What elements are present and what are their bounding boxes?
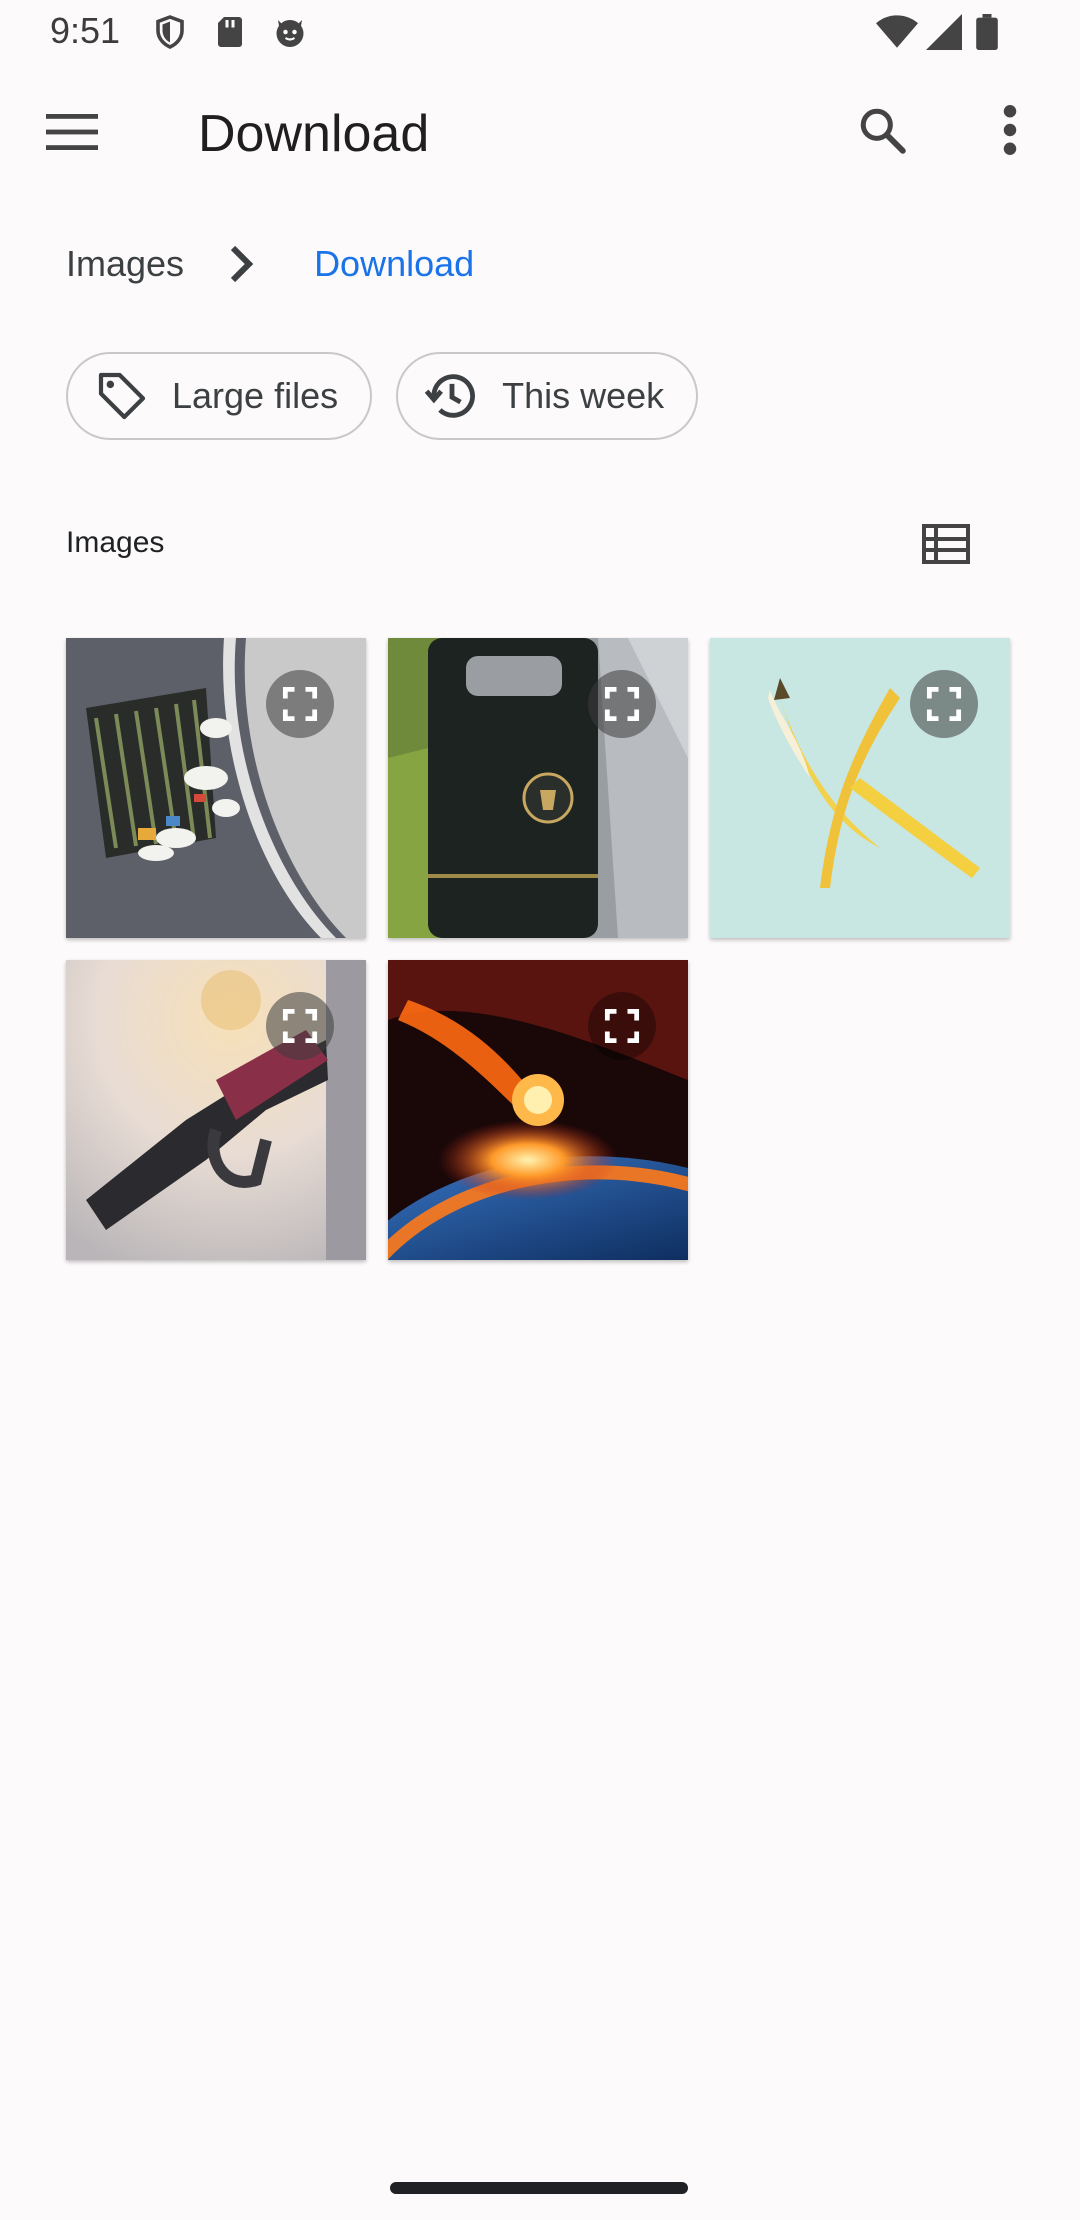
signal-icon	[926, 14, 962, 50]
shield-icon	[152, 14, 188, 50]
tag-icon	[92, 366, 152, 426]
breadcrumb-item-download[interactable]: Download	[314, 243, 474, 285]
image-thumbnail[interactable]	[66, 960, 366, 1260]
filter-chips: Large files This week	[66, 352, 699, 440]
status-bar: 9:51	[0, 0, 1080, 66]
image-thumbnail[interactable]	[66, 638, 366, 938]
chip-this-week[interactable]: This week	[396, 352, 699, 440]
status-time: 9:51	[50, 10, 121, 51]
wifi-icon	[876, 14, 918, 50]
files-app-screen: 9:51 Download Images Download Large file…	[0, 0, 1080, 2220]
chip-label: Large files	[172, 375, 339, 416]
chevron-right-icon	[212, 236, 272, 292]
search-icon[interactable]	[848, 96, 916, 164]
fullscreen-icon[interactable]	[588, 670, 656, 738]
home-indicator[interactable]	[390, 2182, 688, 2194]
app-bar: Download	[0, 66, 1080, 198]
fullscreen-icon[interactable]	[588, 992, 656, 1060]
sd-card-icon	[212, 14, 248, 50]
more-vert-icon[interactable]	[980, 96, 1040, 164]
list-view-icon[interactable]	[914, 512, 978, 576]
breadcrumb-item-images[interactable]: Images	[66, 243, 184, 285]
page-title: Download	[198, 105, 430, 163]
chip-label: This week	[502, 375, 665, 416]
section-title: Images	[66, 526, 165, 559]
image-thumbnail[interactable]	[388, 960, 688, 1260]
breadcrumb: Images Download	[66, 236, 474, 292]
chip-large-files[interactable]: Large files	[66, 352, 373, 440]
fullscreen-icon[interactable]	[910, 670, 978, 738]
hamburger-menu-icon[interactable]	[40, 100, 104, 164]
fullscreen-icon[interactable]	[266, 670, 334, 738]
image-thumbnail[interactable]	[388, 638, 688, 938]
history-icon	[422, 366, 482, 426]
image-thumbnail[interactable]	[710, 638, 1010, 938]
fullscreen-icon[interactable]	[266, 992, 334, 1060]
battery-icon	[976, 14, 998, 51]
cat-face-icon	[272, 14, 308, 50]
